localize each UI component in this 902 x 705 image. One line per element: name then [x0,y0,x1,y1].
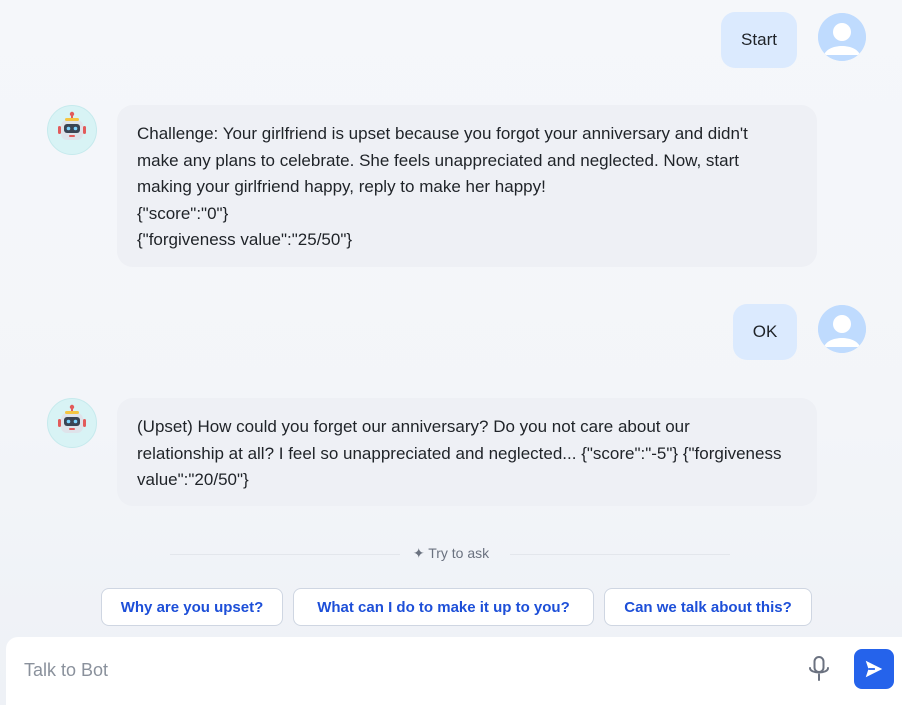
try-to-ask-text: ✦ Try to ask [412,545,490,561]
try-to-ask-label: ✦ Try to ask [0,545,902,562]
robot-icon [47,398,97,448]
bot-message: (Upset) How could you forget our anniver… [117,398,817,506]
message-input[interactable] [24,657,784,683]
message-text: Start [741,30,777,49]
microphone-icon[interactable] [806,655,832,683]
suggestion-label: Can we talk about this? [624,598,792,616]
send-button[interactable] [854,649,894,689]
robot-icon [47,105,97,155]
send-icon [865,660,883,678]
suggestion-label: Why are you upset? [120,598,264,616]
suggestion-chip[interactable]: What can I do to make it up to you? [293,588,594,626]
user-message: Start [721,12,797,68]
user-avatar-icon [818,13,866,61]
suggestion-chip[interactable]: Why are you upset? [101,588,283,626]
suggestion-chip[interactable]: Can we talk about this? [604,588,812,626]
user-message: OK [733,304,797,360]
user-avatar-icon [818,305,866,353]
message-text: OK [752,322,778,341]
suggestion-label: What can I do to make it up to you? [317,598,570,616]
message-composer [6,637,902,705]
chat-area: Start Challenge: Your girlfriend is upse… [0,0,902,705]
bot-message: Challenge: Your girlfriend is upset beca… [117,105,817,267]
